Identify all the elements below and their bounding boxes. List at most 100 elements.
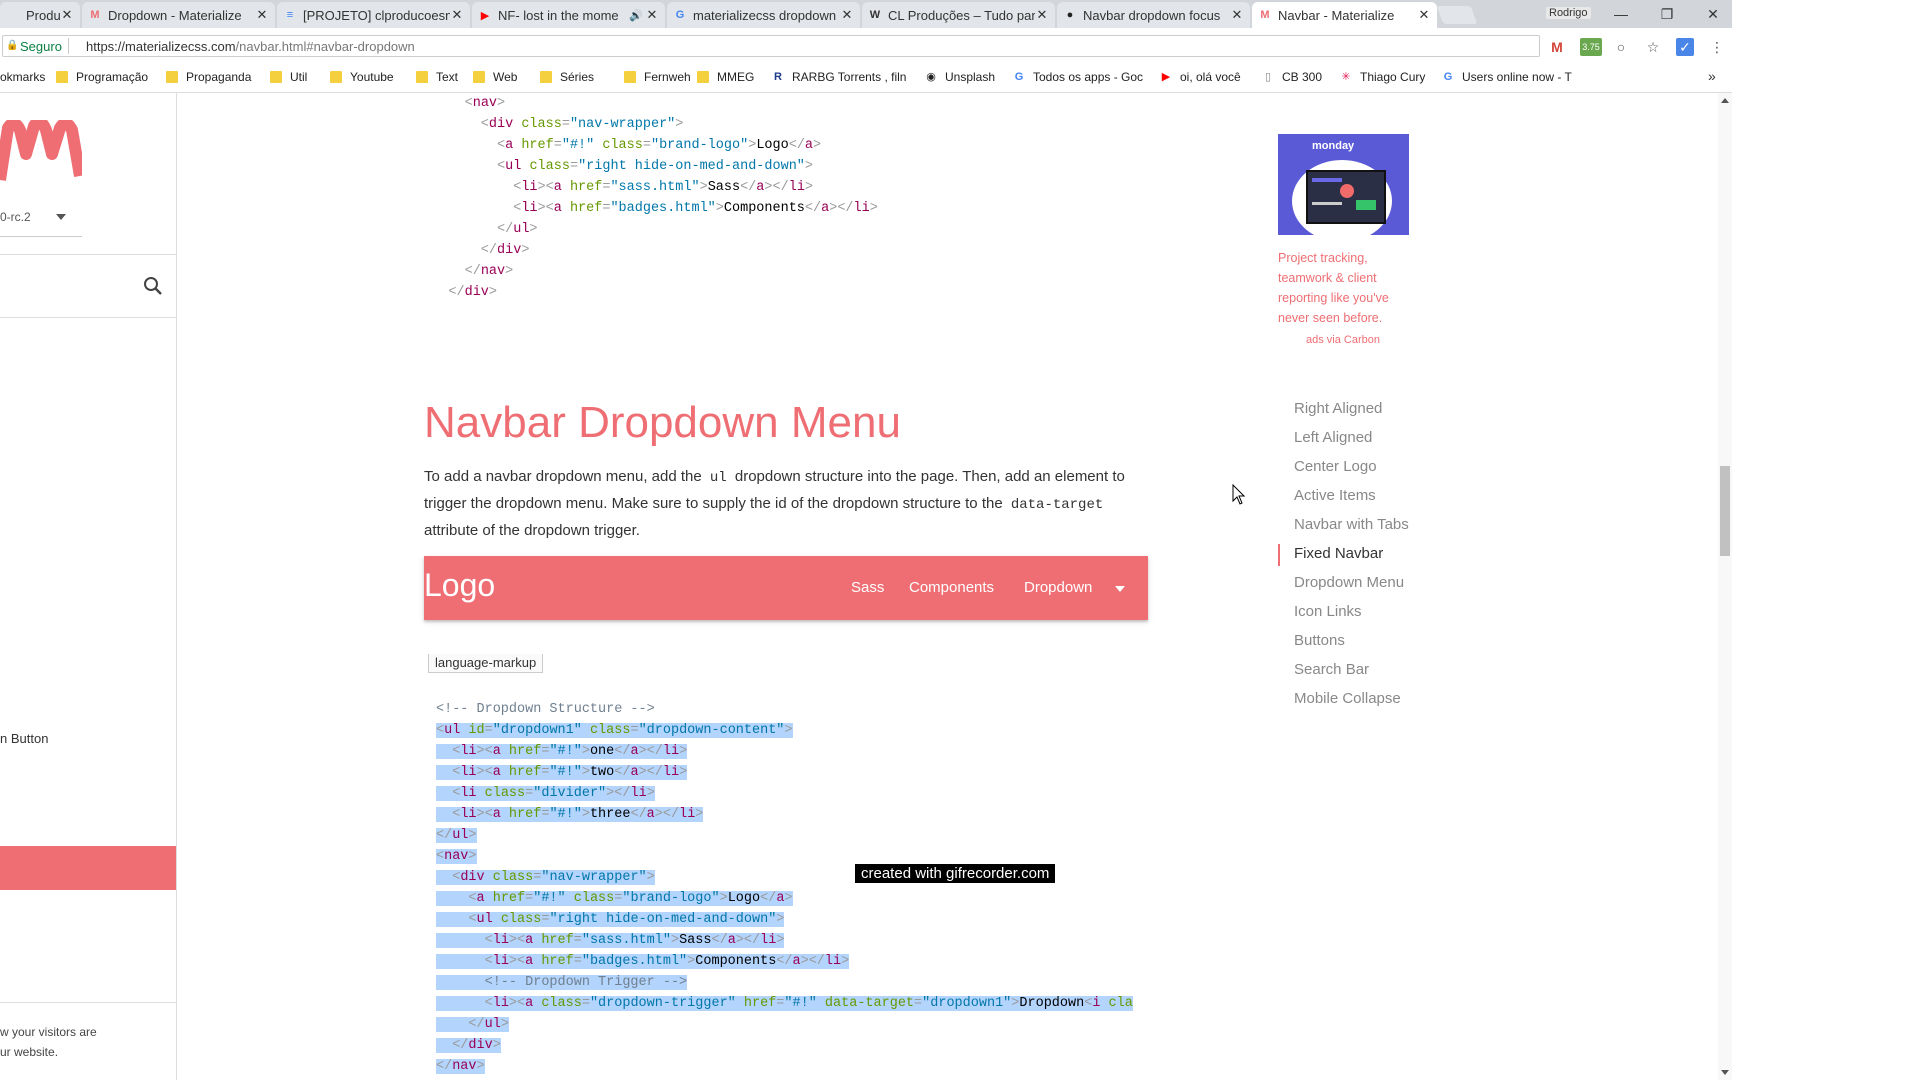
extension-blue-icon[interactable]: ✓ (1676, 38, 1694, 56)
scroll-down-icon[interactable] (1721, 1070, 1729, 1075)
restore-icon[interactable]: ❐ (1644, 0, 1690, 28)
bookmark-item[interactable]: Fernweh (624, 70, 691, 84)
extension-circle-icon[interactable]: ○ (1612, 38, 1630, 56)
bookmark-item[interactable]: G Users online now - T (1442, 70, 1572, 84)
code-token: one (589, 744, 615, 759)
browser-tab[interactable]: ▶ NF- lost in the mome 🔊 ✕ (472, 2, 665, 28)
bookmark-item[interactable]: Youtube (330, 70, 394, 84)
bookmark-item[interactable]: ▶ oi, olá você (1160, 70, 1241, 84)
folder-icon (697, 71, 709, 83)
close-tab-icon[interactable]: ✕ (840, 7, 854, 23)
bookmark-item[interactable]: okmarks (0, 70, 45, 84)
toc-item[interactable]: Buttons (1294, 632, 1345, 649)
version-select[interactable]: 0-rc.2 (0, 210, 31, 224)
profile-name[interactable]: Rodrigo (1546, 7, 1591, 19)
scrollbar[interactable] (1718, 93, 1732, 1080)
code-token: li (662, 744, 680, 759)
demo-nav-link-components[interactable]: Components (909, 579, 994, 596)
toc-item[interactable]: Center Logo (1294, 458, 1377, 475)
bookmark-item[interactable]: Text (416, 70, 458, 84)
toc-item[interactable]: Search Bar (1294, 661, 1369, 678)
bookmark-item[interactable]: MMEG (697, 70, 754, 84)
materialize-logo[interactable] (0, 120, 82, 184)
toc-item[interactable]: Fixed Navbar (1294, 545, 1383, 562)
inline-code: data-target (1010, 497, 1104, 513)
code-token: three (589, 807, 631, 822)
code-block-dropdown[interactable]: <!-- Dropdown Structure --> <ul id="dropd… (436, 699, 1133, 1077)
toc-item[interactable]: Navbar with Tabs (1294, 516, 1409, 533)
code-token: Logo (756, 138, 789, 153)
toc-item[interactable]: Mobile Collapse (1294, 690, 1401, 707)
arrow-drop-down-icon[interactable] (1115, 586, 1125, 592)
bookmark-item[interactable]: R RARBG Torrents , filn (772, 70, 906, 84)
secure-label[interactable]: Seguro (20, 39, 62, 54)
star-icon[interactable]: ☆ (1644, 38, 1662, 56)
folder-icon (270, 71, 282, 83)
bookmark-item[interactable]: ◉ Unsplash (925, 70, 995, 84)
close-tab-icon[interactable]: ✕ (1035, 7, 1049, 23)
minimize-icon[interactable]: — (1598, 0, 1644, 28)
close-tab-icon[interactable]: ✕ (255, 7, 269, 23)
extension-badge-icon[interactable]: 3.75 (1580, 38, 1602, 56)
ad-image[interactable]: monday (1278, 134, 1409, 235)
search-icon[interactable] (143, 276, 163, 296)
toc-item[interactable]: Dropdown Menu (1294, 574, 1404, 591)
browser-tab[interactable]: ● Navbar dropdown focus ✕ (1057, 2, 1250, 28)
toc-item[interactable]: Active Items (1294, 487, 1376, 504)
code-token: "sass.html" (581, 933, 671, 948)
browser-tab[interactable]: ≡ [PROJETO] clproducoesn ✕ (277, 2, 470, 28)
demo-nav-link-sass[interactable]: Sass (851, 579, 884, 596)
bookmark-label: Util (290, 70, 308, 84)
bookmark-item[interactable]: Programação (56, 70, 148, 84)
selected-text: </ul> (436, 828, 477, 843)
gmail-icon[interactable]: M (1548, 38, 1566, 56)
browser-tab[interactable]: Gmaterializecss dropdown ✕ (667, 2, 860, 28)
code-token: href (521, 138, 554, 153)
browser-tab[interactable]: M Dropdown - Materialize ✕ (82, 2, 275, 28)
code-token: href (541, 954, 574, 969)
toc-item[interactable]: Left Aligned (1294, 429, 1372, 446)
bookmark-item[interactable]: G Todos os apps - Goc (1013, 70, 1143, 84)
side-nav-active-item[interactable] (0, 846, 176, 890)
ad-via-link[interactable]: ads via Carbon (1306, 334, 1380, 346)
bookmark-item[interactable]: ✳ Thiago Cury (1340, 70, 1425, 84)
bookmark-item[interactable]: Util (270, 70, 307, 84)
audio-icon[interactable]: 🔊 (629, 9, 643, 22)
code-token: </ (630, 807, 647, 822)
code-block-navbar: <nav> <div class="nav-wrapper"> <a href=… (416, 93, 877, 303)
tab-title: materializecss dropdown (693, 7, 837, 23)
toc-item[interactable]: Icon Links (1294, 603, 1362, 620)
close-window-icon[interactable]: ✕ (1690, 0, 1736, 28)
menu-kebab-icon[interactable]: ⋮ (1708, 38, 1726, 56)
new-tab-button[interactable] (1436, 6, 1478, 24)
browser-tab[interactable]: Produçõ✕ (0, 2, 80, 28)
close-tab-icon[interactable]: ✕ (60, 7, 74, 23)
bookmarks-overflow-icon[interactable]: » (1708, 68, 1716, 84)
code-token: a (553, 201, 570, 216)
close-tab-icon[interactable]: ✕ (450, 7, 464, 23)
demo-nav-dropdown-trigger[interactable]: Dropdown (1024, 579, 1092, 596)
scrollbar-thumb[interactable] (1720, 466, 1730, 556)
bookmark-label: Text (436, 70, 459, 84)
chevron-down-icon[interactable] (56, 214, 66, 220)
bookmark-item[interactable]: Web (473, 70, 517, 84)
close-tab-icon[interactable]: ✕ (1417, 7, 1431, 23)
browser-tab[interactable]: M Navbar - Materialize ✕ (1252, 2, 1437, 28)
url-text[interactable]: https://materializecss.com/navbar.html#n… (86, 39, 415, 54)
code-token: a (792, 954, 801, 969)
demo-brand-logo[interactable]: Logo (424, 567, 495, 604)
bookmark-item[interactable]: Propaganda (166, 70, 251, 84)
toc-item[interactable]: Right Aligned (1294, 400, 1382, 417)
browser-tab[interactable]: W CL Produções – Tudo par ✕ (862, 2, 1055, 28)
ad-text[interactable]: Project tracking, teamwork & client repo… (1278, 248, 1423, 328)
code-token: ul (513, 222, 530, 237)
code-token: </ (416, 264, 481, 279)
side-nav-item-button[interactable]: n Button (0, 731, 48, 746)
lock-icon[interactable]: 🔒 (6, 40, 18, 51)
code-token: > (804, 180, 814, 195)
close-tab-icon[interactable]: ✕ (645, 7, 659, 23)
bookmark-item[interactable]: Séries (540, 70, 594, 84)
close-tab-icon[interactable]: ✕ (1230, 7, 1244, 23)
bookmark-item[interactable]: ▯ CB 300 (1262, 70, 1322, 84)
scroll-up-icon[interactable] (1721, 98, 1729, 103)
